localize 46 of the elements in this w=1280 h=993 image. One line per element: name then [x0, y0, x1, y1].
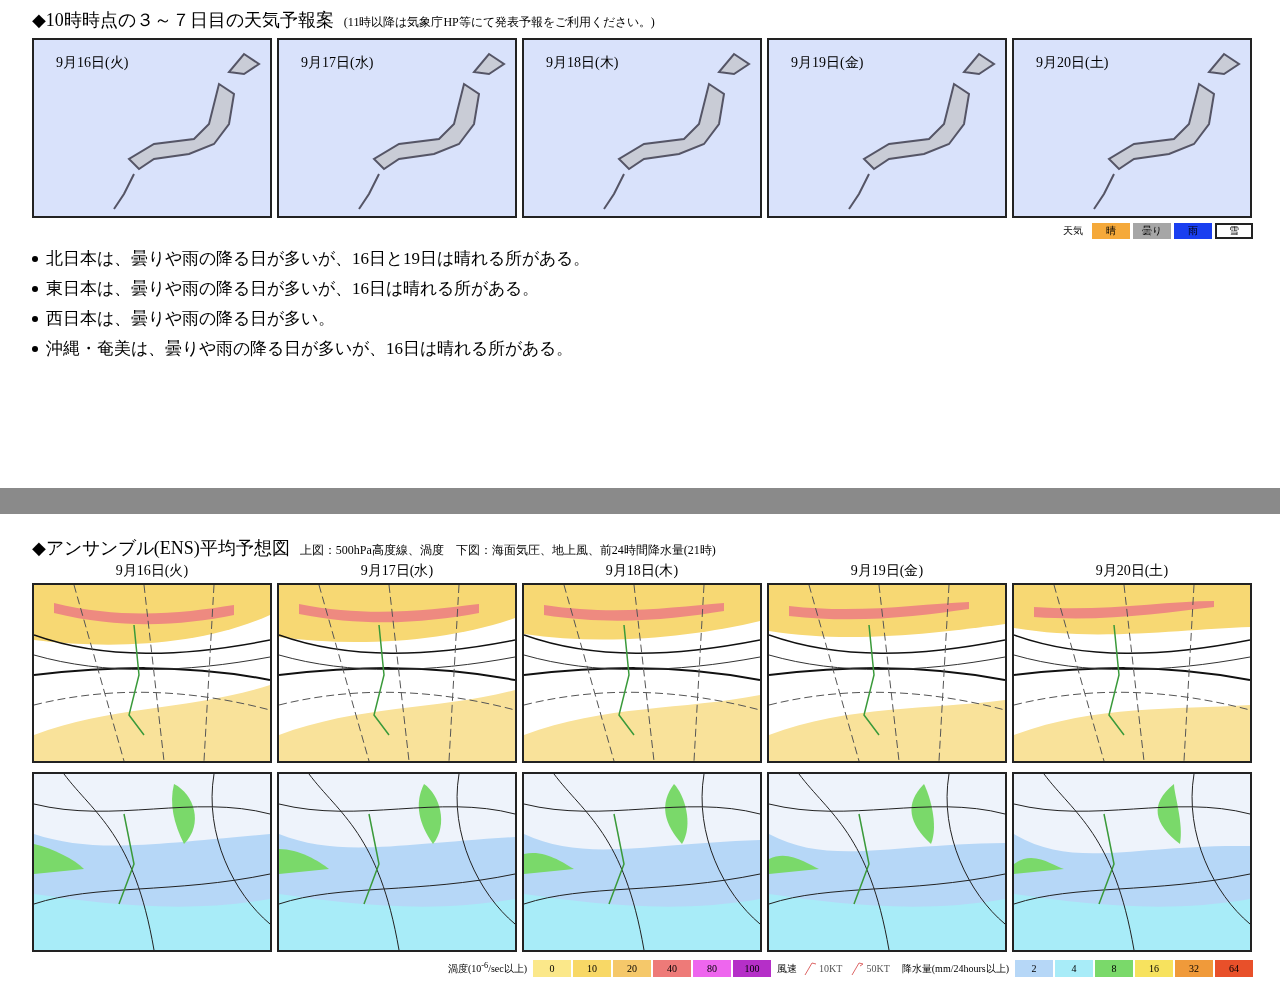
legend-swatch: 64 — [1215, 960, 1253, 977]
wind-label: 50KT — [866, 963, 890, 974]
legend-swatch: 16 — [1135, 960, 1173, 977]
map-date: 9月20日(土) — [1036, 54, 1109, 72]
legend-swatch: 40 — [653, 960, 692, 977]
chart-date: 9月19日(金) — [849, 562, 925, 580]
section-title: ◆10時時点の３～７日目の天気予報案 — [32, 9, 334, 32]
chart-date: 9月20日(土) — [1094, 562, 1170, 580]
section-note: (11時以降は気象庁HP等にて発表予報をご利用ください。) — [343, 14, 655, 31]
section-note: 上図：500hPa高度線、渦度 下図：海面気圧、地上風、前24時間降水量(21時) — [299, 542, 716, 559]
bullet-icon — [32, 285, 38, 292]
bullet-icon — [32, 315, 38, 322]
forecast-text: 沖縄・奄美は、曇りや雨の降る日が多いが、16日は晴れる所がある。 — [46, 338, 573, 360]
legend-swatch: 100 — [733, 960, 772, 977]
legend-label: 風速 — [777, 961, 798, 976]
legend-label: 降水量(mm/24hours以上) — [901, 961, 1009, 976]
forecast-text: 北日本は、曇りや雨の降る日が多いが、16日と19日は晴れる所がある。 — [46, 248, 590, 270]
legend-swatch: 80 — [693, 960, 732, 977]
chart-date: 9月17日(水) — [359, 562, 435, 580]
forecast-text: 東日本は、曇りや雨の降る日が多いが、16日は晴れる所がある。 — [46, 278, 539, 300]
map-date: 9月18日(木) — [546, 54, 619, 72]
legend-swatch: 雪 — [1215, 223, 1253, 239]
forecast-text: 西日本は、曇りや雨の降る日が多い。 — [46, 308, 335, 330]
legend-swatch: 2 — [1015, 960, 1053, 977]
legend-label: 渦度(10$^{-6}$/sec以上) — [447, 960, 528, 977]
legend-swatch: 8 — [1095, 960, 1133, 977]
bullet-icon — [32, 345, 38, 352]
legend-swatch: 4 — [1055, 960, 1093, 977]
map-date: 9月16日(火) — [56, 54, 129, 72]
legend-swatch: 0 — [533, 960, 572, 977]
chart-date: 9月16日(火) — [114, 562, 190, 580]
legend-swatch: 雨 — [1174, 223, 1212, 239]
legend-swatch: 32 — [1175, 960, 1213, 977]
legend-label: 天気 — [1063, 224, 1083, 238]
legend-swatch: 10 — [573, 960, 612, 977]
chart-date: 9月18日(木) — [604, 562, 680, 580]
map-date: 9月17日(水) — [301, 54, 374, 72]
bullet-icon — [32, 255, 38, 262]
wind-barb-icon — [850, 961, 865, 976]
legend-swatch: 曇り — [1133, 223, 1171, 239]
legend-swatch: 20 — [613, 960, 652, 977]
section-title: ◆アンサンブル(ENS)平均予想図 — [32, 537, 290, 560]
map-date: 9月19日(金) — [791, 54, 864, 72]
legend-swatch: 晴 — [1092, 223, 1130, 239]
wind-barb-icon — [803, 961, 818, 976]
wind-label: 10KT — [819, 963, 843, 974]
